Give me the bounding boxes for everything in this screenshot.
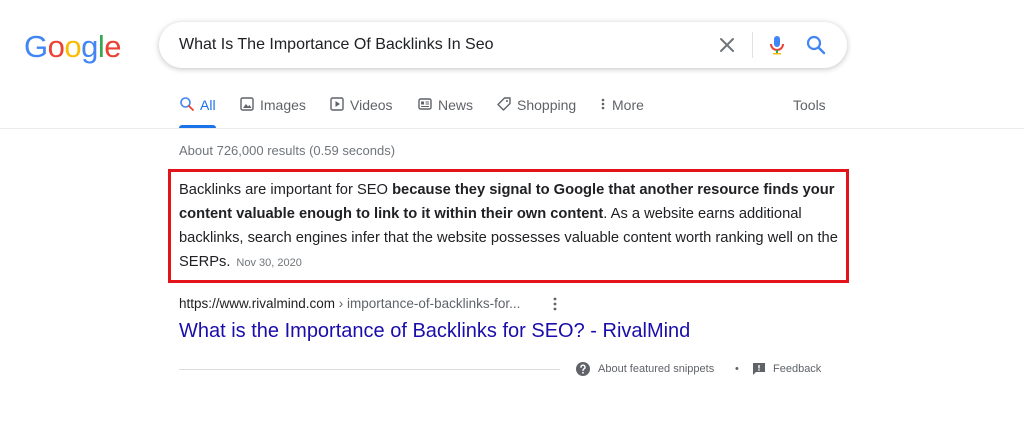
tab-shopping[interactable]: Shopping bbox=[496, 94, 576, 128]
more-options-icon[interactable] bbox=[546, 295, 564, 313]
tab-label: Images bbox=[260, 97, 306, 113]
result-url-path: › importance-of-backlinks-for... bbox=[335, 296, 521, 311]
feedback-icon bbox=[753, 363, 765, 375]
result-url[interactable]: https://www.rivalmind.com › importance-o… bbox=[179, 295, 520, 313]
result-stats: About 726,000 results (0.59 seconds) bbox=[179, 143, 396, 158]
close-icon[interactable] bbox=[715, 33, 739, 57]
tab-all[interactable]: All bbox=[179, 94, 216, 128]
tab-images[interactable]: Images bbox=[239, 94, 306, 128]
tag-icon bbox=[497, 97, 511, 111]
search-icon[interactable] bbox=[804, 33, 828, 57]
tab-label: Shopping bbox=[517, 97, 577, 113]
result-title-link[interactable]: What is the Importance of Backlinks for … bbox=[179, 317, 690, 345]
logo-letter: G bbox=[24, 29, 48, 64]
news-icon bbox=[418, 98, 432, 110]
tab-label: All bbox=[200, 97, 216, 113]
footer-separator: • bbox=[735, 363, 739, 375]
snippet-date: Nov 30, 2020 bbox=[236, 257, 302, 269]
featured-snippet-text: Backlinks are important for SEO because … bbox=[179, 178, 839, 275]
logo-letter: g bbox=[81, 29, 98, 64]
tab-videos[interactable]: Videos bbox=[329, 94, 393, 128]
search-input[interactable]: What Is The Importance Of Backlinks In S… bbox=[179, 22, 494, 68]
logo-letter: e bbox=[104, 29, 122, 64]
header-divider bbox=[0, 128, 1024, 129]
tab-label: News bbox=[438, 97, 474, 113]
logo-letter: o bbox=[47, 29, 65, 64]
result-url-host: https://www.rivalmind.com bbox=[179, 296, 336, 311]
about-featured-snippets-link[interactable]: About featured snippets bbox=[598, 361, 714, 377]
search-icon bbox=[180, 97, 194, 111]
search-divider bbox=[752, 32, 753, 58]
tab-label: More bbox=[612, 97, 644, 113]
snippet-footer-divider bbox=[179, 369, 560, 370]
search-box[interactable]: What Is The Importance Of Backlinks In S… bbox=[159, 22, 847, 68]
image-icon bbox=[240, 97, 254, 111]
video-icon bbox=[330, 97, 344, 111]
tab-news[interactable]: News bbox=[417, 94, 473, 128]
tools-button[interactable]: Tools bbox=[793, 94, 826, 116]
more-vert-icon bbox=[601, 98, 605, 110]
mic-icon[interactable] bbox=[765, 33, 789, 57]
snippet-text-before: Backlinks are important for SEO bbox=[179, 182, 393, 198]
google-logo[interactable]: Google bbox=[24, 29, 122, 64]
feedback-link[interactable]: Feedback bbox=[773, 361, 821, 377]
logo-letter: o bbox=[64, 29, 82, 64]
tab-more[interactable]: More bbox=[599, 94, 644, 128]
help-icon bbox=[576, 362, 590, 376]
tab-label: Videos bbox=[350, 97, 393, 113]
